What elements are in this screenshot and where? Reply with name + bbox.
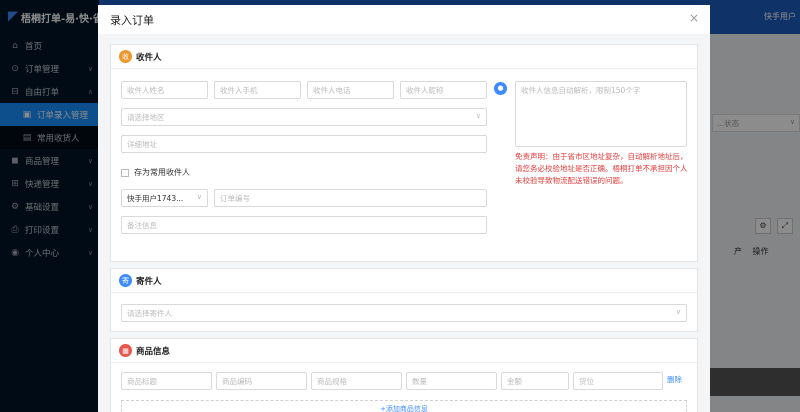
remark-placeholder: 备注信息 [127,221,157,230]
order-number-input[interactable]: 订单编号 [214,189,487,207]
save-contact-label: 存为常用收件人 [134,168,190,177]
add-goods-button[interactable]: +添加商品信息 [121,400,687,412]
receiver-mobile-input[interactable]: 收件人手机 [214,81,301,99]
receiver-nickname-input[interactable]: 收件人昵称 [400,81,487,99]
goods-quantity-placeholder: 数量 [412,377,427,386]
receiver-nickname-placeholder: 收件人昵称 [406,86,444,95]
save-contact-checkbox[interactable] [121,168,129,177]
close-icon[interactable]: × [689,11,699,25]
shop-select[interactable]: 快手用户1743... ∨ [121,189,208,207]
modal-title: 录入订单 [110,13,154,27]
sender-select[interactable]: 请选择寄件人 ∨ [121,304,687,322]
goods-quantity-input[interactable]: 数量 [406,372,497,390]
receiver-phone-input[interactable]: 收件人电话 [307,81,394,99]
receiver-phone-placeholder: 收件人电话 [313,86,351,95]
chevron-down-icon: ∨ [675,308,681,316]
disclaimer-text: 免责声明：由于省市区地址复杂，自动解析地址后，请您务必校验地址是否正确。梧桐打单… [515,152,688,185]
chevron-down-icon: ∨ [475,112,481,120]
goods-card: ▦ 商品信息 商品标题 商品编码 商品规格 数量 金额 货位 删除 +添加商品信… [110,338,698,412]
address-parse-placeholder: 收件人信息自动解析，限制150个字 [521,86,641,95]
region-select[interactable]: 请选择地区 ∨ [121,108,487,126]
goods-title: 商品信息 [136,346,171,357]
goods-title-input[interactable]: 商品标题 [121,372,212,390]
goods-spec-placeholder: 商品规格 [317,377,347,386]
user-icon: ● [494,82,507,95]
receiver-name-input[interactable]: 收件人姓名 [121,81,208,99]
goods-location-placeholder: 货位 [579,377,594,386]
goods-amount-placeholder: 金额 [507,377,522,386]
sender-card-header: 寄 寄件人 [111,269,697,293]
receiver-card: 收 收件人 收件人姓名 收件人手机 收件人电话 收件人昵称 ● 收件人信息自动解… [110,44,698,262]
save-contact-row[interactable]: 存为常用收件人 [121,167,190,178]
remark-input[interactable]: 备注信息 [121,216,487,234]
order-entry-modal: 录入订单 × 收 收件人 收件人姓名 收件人手机 收件人电话 收件人昵称 ● 收… [98,5,710,412]
address-input[interactable]: 详细地址 [121,135,487,153]
sender-title: 寄件人 [136,276,162,287]
sender-placeholder: 请选择寄件人 [127,309,172,318]
delete-goods-link[interactable]: 删除 [667,374,682,385]
region-placeholder: 请选择地区 [127,113,165,122]
receiver-mobile-placeholder: 收件人手机 [220,86,258,95]
modal-body: 收 收件人 收件人姓名 收件人手机 收件人电话 收件人昵称 ● 收件人信息自动解… [98,34,710,412]
modal-header: 录入订单 [98,5,710,34]
receiver-card-header: 收 收件人 [111,45,697,69]
receiver-name-placeholder: 收件人姓名 [127,86,165,95]
goods-code-placeholder: 商品编码 [222,377,252,386]
goods-location-input[interactable]: 货位 [573,372,663,390]
address-parse-textarea[interactable]: 收件人信息自动解析，限制150个字 [515,81,687,147]
receiver-title: 收件人 [136,52,162,63]
shop-select-value: 快手用户1743... [127,194,184,203]
goods-title-placeholder: 商品标题 [127,377,157,386]
chevron-down-icon: ∨ [196,193,202,201]
receiver-icon: 收 [119,50,132,63]
sender-card: 寄 寄件人 请选择寄件人 ∨ [110,268,698,332]
goods-card-header: ▦ 商品信息 [111,339,697,363]
goods-amount-input[interactable]: 金额 [501,372,569,390]
goods-code-input[interactable]: 商品编码 [216,372,307,390]
order-number-placeholder: 订单编号 [220,194,250,203]
sender-icon: 寄 [119,274,132,287]
address-placeholder: 详细地址 [127,140,157,149]
goods-icon: ▦ [119,344,132,357]
goods-spec-input[interactable]: 商品规格 [311,372,402,390]
